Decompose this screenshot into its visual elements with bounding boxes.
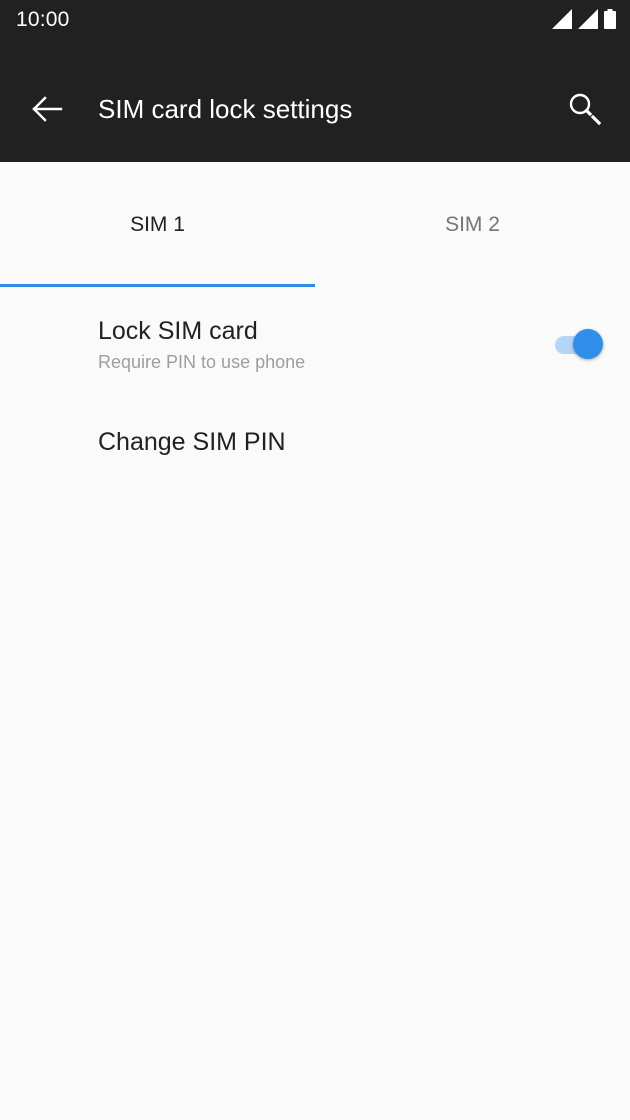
lock-sim-card-summary: Require PIN to use phone xyxy=(98,352,306,372)
status-icons xyxy=(552,8,616,30)
tab-indicator xyxy=(0,284,315,287)
change-sim-pin-setting[interactable]: Change SIM PIN xyxy=(0,404,630,480)
lock-sim-card-toggle[interactable] xyxy=(553,328,605,360)
signal-icon xyxy=(552,9,572,29)
change-sim-pin-title: Change SIM PIN xyxy=(98,428,286,456)
signal-icon xyxy=(578,9,598,29)
status-bar: 10:00 xyxy=(0,0,630,40)
app-bar: SIM card lock settings xyxy=(0,40,630,162)
battery-icon xyxy=(604,9,616,29)
status-time: 10:00 xyxy=(16,8,70,31)
tab-sim-2[interactable]: SIM 2 xyxy=(315,162,630,288)
toggle-thumb xyxy=(573,329,603,359)
lock-sim-card-title: Lock SIM card xyxy=(98,317,258,345)
tab-sim-1[interactable]: SIM 1 xyxy=(0,162,315,288)
page-title: SIM card lock settings xyxy=(98,94,353,124)
back-button[interactable] xyxy=(20,84,74,138)
sim-tabs: SIM 1 SIM 2 xyxy=(0,162,630,288)
arrow-left-icon xyxy=(31,93,63,130)
search-icon xyxy=(567,91,603,132)
lock-sim-card-setting[interactable]: Lock SIM card Require PIN to use phone xyxy=(0,300,630,396)
search-button[interactable] xyxy=(558,84,612,138)
